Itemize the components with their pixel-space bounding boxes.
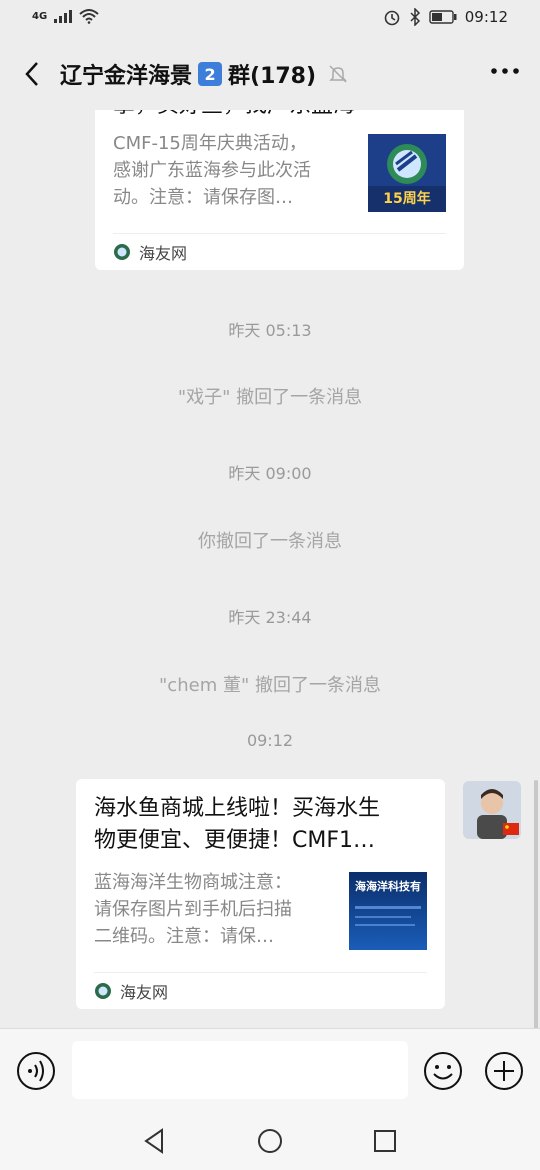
haiyou-logo-icon — [114, 244, 130, 260]
timestamp: 昨天 23:44 — [228, 608, 312, 627]
group-badge: 2 — [198, 62, 223, 86]
back-button[interactable] — [14, 56, 50, 92]
recall-notice: "chem 董" 撤回了一条消息 — [159, 675, 381, 696]
more-button[interactable] — [490, 60, 520, 79]
emoji-button[interactable] — [423, 1051, 463, 1091]
bluetooth-icon — [410, 8, 420, 26]
alarm-icon — [384, 10, 400, 26]
more-actions-button[interactable] — [484, 1051, 524, 1091]
card-source-name: 海友网 — [139, 244, 188, 263]
link-card-15th-anniversary[interactable]: 拿，买好鱼，找广东蓝海 CMF-15周年庆典活动， 感谢广东蓝海参与此次活 动。… — [95, 110, 464, 270]
signal-icon — [54, 10, 73, 23]
group-name: 辽宁金洋海景 — [60, 64, 193, 89]
recall-notice: "戏子" 撤回了一条消息 — [177, 387, 363, 408]
chevron-left-icon — [25, 62, 38, 86]
wifi-icon — [79, 9, 99, 24]
card-desc-line: 二维码。注意：请保… — [94, 926, 274, 947]
card-source: 海友网 — [94, 972, 427, 1009]
card-desc-line: 蓝海海洋生物商城注意： — [94, 872, 292, 893]
card-thumbnail: 15周年 — [368, 134, 446, 212]
message-input[interactable] — [72, 1041, 408, 1099]
status-bar: 4G 09:12 — [0, 0, 540, 38]
card-desc-line: CMF-15周年庆典活动， — [113, 133, 307, 154]
thumb-caption: 15周年 — [383, 191, 431, 207]
thumb-caption: 海海洋科技有 — [355, 880, 421, 893]
recall-notice: 你撤回了一条消息 — [198, 531, 342, 552]
voice-button[interactable] — [16, 1051, 56, 1091]
card-source: 海友网 — [113, 233, 446, 270]
network-label: 4G — [32, 10, 48, 22]
chat-header: 辽宁金洋海景 2 群(178) — [0, 38, 540, 110]
link-card-marine-mall[interactable]: 海水鱼商城上线啦！买海水生 物更便宜、更便捷！CMF1… 蓝海海洋生物商城注意：… — [76, 779, 445, 1009]
card-title: 拿，买好鱼，找广东蓝海 — [113, 110, 453, 122]
card-desc-line: 请保存图片到手机后扫描 — [94, 899, 292, 920]
voice-icon — [17, 1052, 55, 1090]
triangle-back-icon — [144, 1128, 163, 1154]
battery-icon — [429, 10, 457, 24]
scrollbar[interactable] — [534, 780, 538, 1028]
system-navigation — [0, 1112, 540, 1170]
haiyou-logo-icon — [95, 983, 111, 999]
card-title-line: 海水鱼商城上线啦！买海水生 — [94, 796, 381, 821]
circle-home-icon — [258, 1129, 282, 1153]
card-source-name: 海友网 — [120, 983, 169, 1002]
nav-back-button[interactable] — [140, 1126, 170, 1156]
group-member-count: 群(178) — [228, 64, 317, 89]
card-thumbnail: 海海洋科技有 — [349, 872, 427, 950]
timestamp: 昨天 05:13 — [228, 321, 312, 340]
sender-avatar[interactable] — [463, 781, 521, 839]
more-dots-icon — [491, 68, 519, 74]
card-title-line: 物更便宜、更便捷！CMF1… — [94, 828, 375, 853]
nav-recents-button[interactable] — [370, 1126, 400, 1156]
square-recents-icon — [374, 1130, 396, 1152]
chat-title: 辽宁金洋海景 2 群(178) — [60, 58, 348, 90]
avatar-image — [463, 781, 521, 839]
card-desc-line: 动。注意：请保存图… — [113, 187, 293, 208]
smiley-icon — [424, 1052, 462, 1090]
card-desc-line: 感谢广东蓝海参与此次活 — [113, 160, 311, 181]
plus-icon — [485, 1052, 523, 1090]
mute-bell-icon — [329, 65, 347, 83]
chat-area[interactable]: 拿，买好鱼，找广东蓝海 CMF-15周年庆典活动， 感谢广东蓝海参与此次活 动。… — [0, 110, 540, 1028]
nav-home-button[interactable] — [255, 1126, 285, 1156]
input-bar — [0, 1028, 540, 1113]
timestamp: 昨天 09:00 — [228, 464, 312, 483]
timestamp: 09:12 — [246, 731, 294, 750]
clock: 09:12 — [464, 8, 508, 26]
